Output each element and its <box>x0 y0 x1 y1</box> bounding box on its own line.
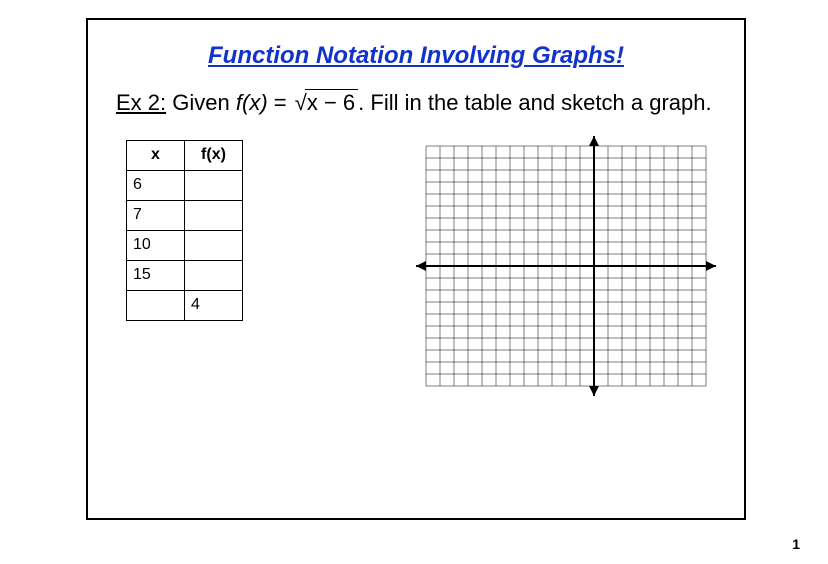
prompt-lead: Given <box>172 90 229 115</box>
blank-coordinate-grid[interactable] <box>416 136 716 396</box>
prompt-instruction: Fill in the table and sketch a graph. <box>370 90 711 115</box>
prompt-period: . <box>358 90 364 115</box>
table-row: 7 <box>127 200 243 230</box>
table-header-row: x f(x) <box>127 140 243 170</box>
cell-x: 15 <box>127 260 185 290</box>
equals-sign: = <box>274 90 287 115</box>
graph-area <box>283 136 716 396</box>
table-row: 4 <box>127 290 243 320</box>
example-prompt: Ex 2: Given f(x) = √x − 6. Fill in the t… <box>116 88 716 118</box>
cell-fx[interactable] <box>185 200 243 230</box>
table-row: 6 <box>127 170 243 200</box>
page-number: 1 <box>792 536 800 552</box>
sqrt-expression: √x − 6 <box>293 88 358 118</box>
value-table: x f(x) 6 7 10 15 4 <box>126 140 243 321</box>
cell-fx[interactable] <box>185 230 243 260</box>
col-header-x: x <box>127 140 185 170</box>
function-lhs: f(x) <box>236 90 268 115</box>
table-row: 15 <box>127 260 243 290</box>
table-row: 10 <box>127 230 243 260</box>
example-label: Ex 2: <box>116 90 166 115</box>
cell-fx: 4 <box>185 290 243 320</box>
page-title: Function Notation Involving Graphs! <box>116 42 716 70</box>
cell-x: 7 <box>127 200 185 230</box>
page-frame: Function Notation Involving Graphs! Ex 2… <box>86 18 746 520</box>
cell-fx[interactable] <box>185 260 243 290</box>
cell-x: 10 <box>127 230 185 260</box>
radicand: x − 6 <box>305 89 358 115</box>
cell-fx[interactable] <box>185 170 243 200</box>
cell-x[interactable] <box>127 290 185 320</box>
content-row: x f(x) 6 7 10 15 4 <box>116 136 716 396</box>
col-header-fx: f(x) <box>185 140 243 170</box>
cell-x: 6 <box>127 170 185 200</box>
